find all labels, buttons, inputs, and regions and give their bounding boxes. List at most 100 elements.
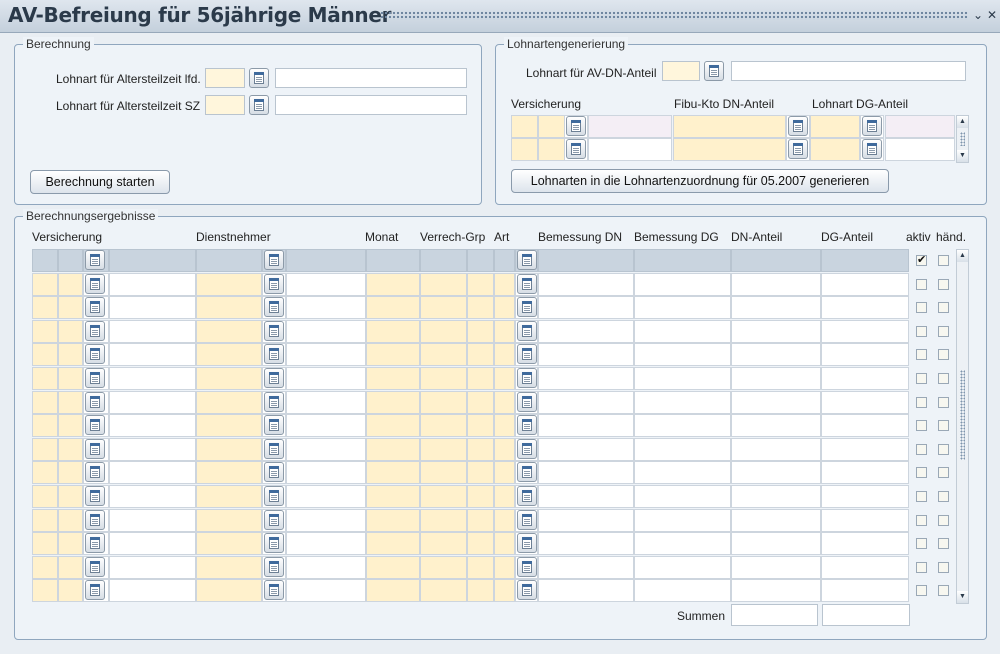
table-cell[interactable] xyxy=(731,367,821,390)
table-cell[interactable] xyxy=(494,532,515,556)
table-cell[interactable] xyxy=(286,437,366,461)
lov-icon[interactable] xyxy=(517,273,537,294)
berechnung-starten-button[interactable]: Berechnung starten xyxy=(30,170,170,194)
table-cell[interactable] xyxy=(196,579,262,603)
table-cell[interactable] xyxy=(366,343,420,367)
aktiv-checkbox[interactable] xyxy=(916,396,927,408)
grid-lov-icon[interactable] xyxy=(788,139,808,159)
table-cell[interactable] xyxy=(286,461,366,485)
grid-lov-icon[interactable] xyxy=(862,116,882,136)
grid-cell[interactable] xyxy=(673,115,786,138)
table-cell[interactable] xyxy=(538,461,634,485)
table-cell[interactable] xyxy=(196,319,262,343)
table-cell[interactable] xyxy=(634,319,731,343)
table-cell[interactable] xyxy=(821,437,909,461)
table-cell[interactable] xyxy=(821,343,909,367)
lov-icon[interactable] xyxy=(517,509,537,530)
haendisch-checkbox[interactable] xyxy=(938,514,949,526)
table-cell[interactable] xyxy=(196,390,262,414)
table-cell[interactable] xyxy=(634,437,731,461)
table-cell[interactable] xyxy=(109,319,196,343)
altersteilzeit-sz-lov-icon[interactable] xyxy=(249,95,269,115)
table-cell[interactable] xyxy=(196,508,262,532)
table-cell[interactable] xyxy=(494,485,515,508)
haendisch-checkbox[interactable] xyxy=(938,349,949,361)
grid-lov-icon[interactable] xyxy=(862,139,882,159)
table-cell[interactable] xyxy=(286,414,366,438)
table-cell[interactable] xyxy=(32,414,58,438)
lov-icon[interactable] xyxy=(264,320,284,341)
table-cell[interactable] xyxy=(58,414,83,438)
table-cell[interactable] xyxy=(286,272,366,296)
table-cell[interactable] xyxy=(420,532,467,556)
table-cell[interactable] xyxy=(286,555,366,579)
haendisch-checkbox[interactable] xyxy=(938,538,949,550)
close-icon[interactable]: ✕ xyxy=(986,8,998,22)
grid-cell[interactable] xyxy=(588,138,672,161)
table-cell[interactable] xyxy=(420,414,467,438)
table-cell[interactable] xyxy=(467,579,494,603)
table-cell[interactable] xyxy=(366,579,420,603)
grid-cell[interactable] xyxy=(511,115,538,138)
table-cell[interactable] xyxy=(731,579,821,603)
table-cell[interactable] xyxy=(196,414,262,438)
lov-icon[interactable] xyxy=(85,250,105,270)
table-cell[interactable] xyxy=(634,296,731,320)
lov-icon[interactable] xyxy=(517,533,537,554)
scroll-up-arrow-icon[interactable]: ▲ xyxy=(957,250,968,262)
table-cell[interactable] xyxy=(494,579,515,603)
table-cell[interactable] xyxy=(58,508,83,532)
table-cell[interactable] xyxy=(467,296,494,320)
table-cell[interactable] xyxy=(538,414,634,438)
table-cell[interactable] xyxy=(420,390,467,414)
table-cell[interactable] xyxy=(109,414,196,438)
grid-cell[interactable] xyxy=(885,138,955,161)
haendisch-checkbox[interactable] xyxy=(938,325,949,337)
table-cell[interactable] xyxy=(821,390,909,414)
lov-icon[interactable] xyxy=(264,391,284,412)
table-cell[interactable] xyxy=(196,555,262,579)
table-cell[interactable] xyxy=(32,272,58,296)
table-cell[interactable] xyxy=(467,343,494,367)
table-cell[interactable] xyxy=(109,532,196,556)
lov-icon[interactable] xyxy=(264,273,284,294)
table-cell[interactable] xyxy=(58,532,83,556)
scroll-down-arrow-icon[interactable]: ▼ xyxy=(957,150,968,162)
table-cell[interactable] xyxy=(634,532,731,556)
table-cell[interactable] xyxy=(420,437,467,461)
haendisch-checkbox[interactable] xyxy=(938,396,949,408)
lov-icon[interactable] xyxy=(517,462,537,483)
lov-icon[interactable] xyxy=(517,391,537,412)
table-cell[interactable] xyxy=(494,461,515,485)
table-cell[interactable] xyxy=(821,296,909,320)
grid-cell[interactable] xyxy=(810,115,860,138)
table-cell[interactable] xyxy=(109,555,196,579)
lov-icon[interactable] xyxy=(517,438,537,459)
scroll-down-arrow-icon[interactable]: ▼ xyxy=(957,591,968,603)
lohnartengenerierung-scrollbar[interactable]: ▲ ▼ xyxy=(956,115,969,163)
table-cell[interactable] xyxy=(366,414,420,438)
table-cell[interactable] xyxy=(196,272,262,296)
lov-icon[interactable] xyxy=(85,297,105,318)
table-cell[interactable] xyxy=(286,296,366,320)
table-cell[interactable] xyxy=(109,461,196,485)
table-cell[interactable] xyxy=(731,437,821,461)
lov-icon[interactable] xyxy=(264,250,284,270)
lohnarten-generieren-button[interactable]: Lohnarten in die Lohnartenzuordnung für … xyxy=(511,169,889,193)
table-cell[interactable] xyxy=(196,296,262,320)
table-cell[interactable] xyxy=(420,555,467,579)
haendisch-checkbox[interactable] xyxy=(938,467,949,479)
table-cell[interactable] xyxy=(731,461,821,485)
table-cell[interactable] xyxy=(821,532,909,556)
table-cell[interactable] xyxy=(634,461,731,485)
table-cell[interactable] xyxy=(538,296,634,320)
table-cell[interactable] xyxy=(109,343,196,367)
table-cell[interactable] xyxy=(821,461,909,485)
table-cell[interactable] xyxy=(467,367,494,390)
table-cell[interactable] xyxy=(58,390,83,414)
table-cell[interactable] xyxy=(32,390,58,414)
lov-icon[interactable] xyxy=(517,250,537,270)
lov-icon[interactable] xyxy=(85,368,105,388)
table-cell[interactable] xyxy=(32,367,58,390)
table-cell[interactable] xyxy=(366,390,420,414)
